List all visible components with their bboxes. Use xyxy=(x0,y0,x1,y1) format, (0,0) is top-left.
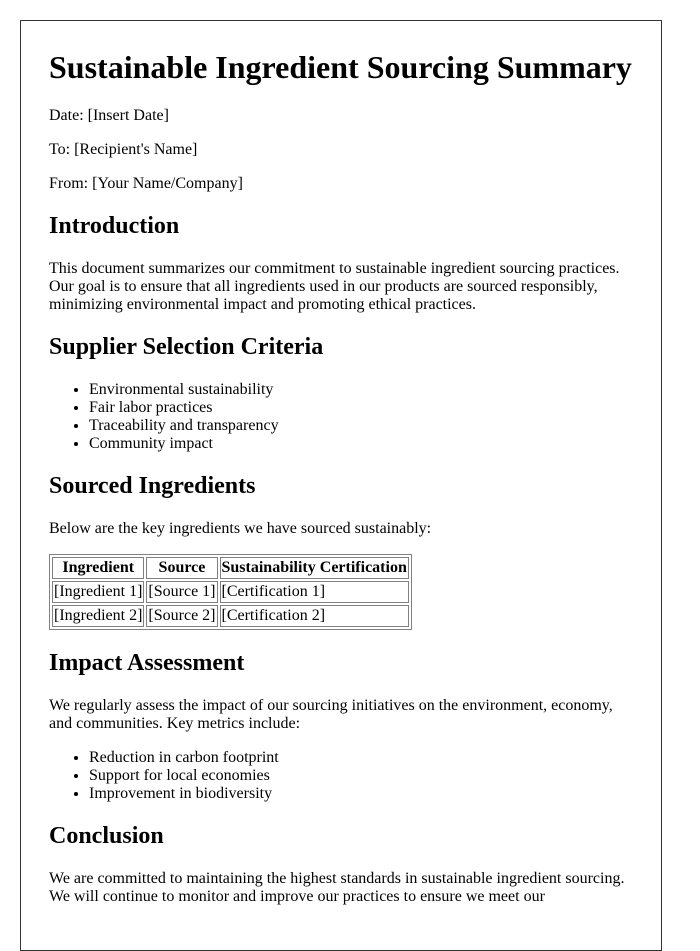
supplier-criteria-heading: Supplier Selection Criteria xyxy=(49,334,324,361)
table-header-row: Ingredient Source Sustainability Certifi… xyxy=(52,556,409,579)
recipient-line: To: [Recipient's Name] xyxy=(49,141,198,159)
list-item: Traceability and transparency xyxy=(89,417,633,435)
sourced-ingredients-intro: Below are the key ingredients we have so… xyxy=(49,519,432,537)
introduction-text: This document summarizes our commitment … xyxy=(49,260,620,314)
impact-assessment-heading: Impact Assessment xyxy=(49,649,245,676)
document-page: Sustainable Ingredient Sourcing Summary … xyxy=(20,20,662,951)
certification-cell: [Certification 1] xyxy=(219,580,409,603)
certification-cell: [Certification 2] xyxy=(219,604,409,627)
source-cell: [Source 1] xyxy=(146,580,218,603)
table-row: [Ingredient 2] [Source 2] [Certification… xyxy=(52,604,409,627)
ingredient-cell: [Ingredient 2] xyxy=(52,604,145,627)
impact-assessment-text: We regularly assess the impact of our so… xyxy=(49,696,613,732)
ingredients-table: Ingredient Source Sustainability Certifi… xyxy=(49,553,412,630)
table-row: [Ingredient 1] [Source 1] [Certification… xyxy=(52,580,409,603)
conclusion-text: We are committed to maintaining the high… xyxy=(49,869,625,905)
list-item: Fair labor practices xyxy=(89,399,633,417)
introduction-heading: Introduction xyxy=(49,213,180,240)
source-cell: [Source 2] xyxy=(146,604,218,627)
sourced-ingredients-heading: Sourced Ingredients xyxy=(49,472,256,499)
list-item: Environmental sustainability xyxy=(89,381,633,399)
list-item: Community impact xyxy=(89,435,633,453)
document-title: Sustainable Ingredient Sourcing Summary xyxy=(49,49,632,85)
date-line: Date: [Insert Date] xyxy=(49,107,169,125)
list-item: Reduction in carbon footprint xyxy=(89,749,633,767)
conclusion-heading: Conclusion xyxy=(49,822,164,849)
column-header-certification: Sustainability Certification xyxy=(219,556,409,579)
supplier-criteria-list: Environmental sustainability Fair labor … xyxy=(49,381,633,453)
impact-metrics-list: Reduction in carbon footprint Support fo… xyxy=(49,749,633,803)
ingredient-cell: [Ingredient 1] xyxy=(52,580,145,603)
list-item: Improvement in biodiversity xyxy=(89,785,633,803)
list-item: Support for local economies xyxy=(89,767,633,785)
sender-line: From: [Your Name/Company] xyxy=(49,175,243,193)
column-header-ingredient: Ingredient xyxy=(52,556,145,579)
column-header-source: Source xyxy=(146,556,218,579)
